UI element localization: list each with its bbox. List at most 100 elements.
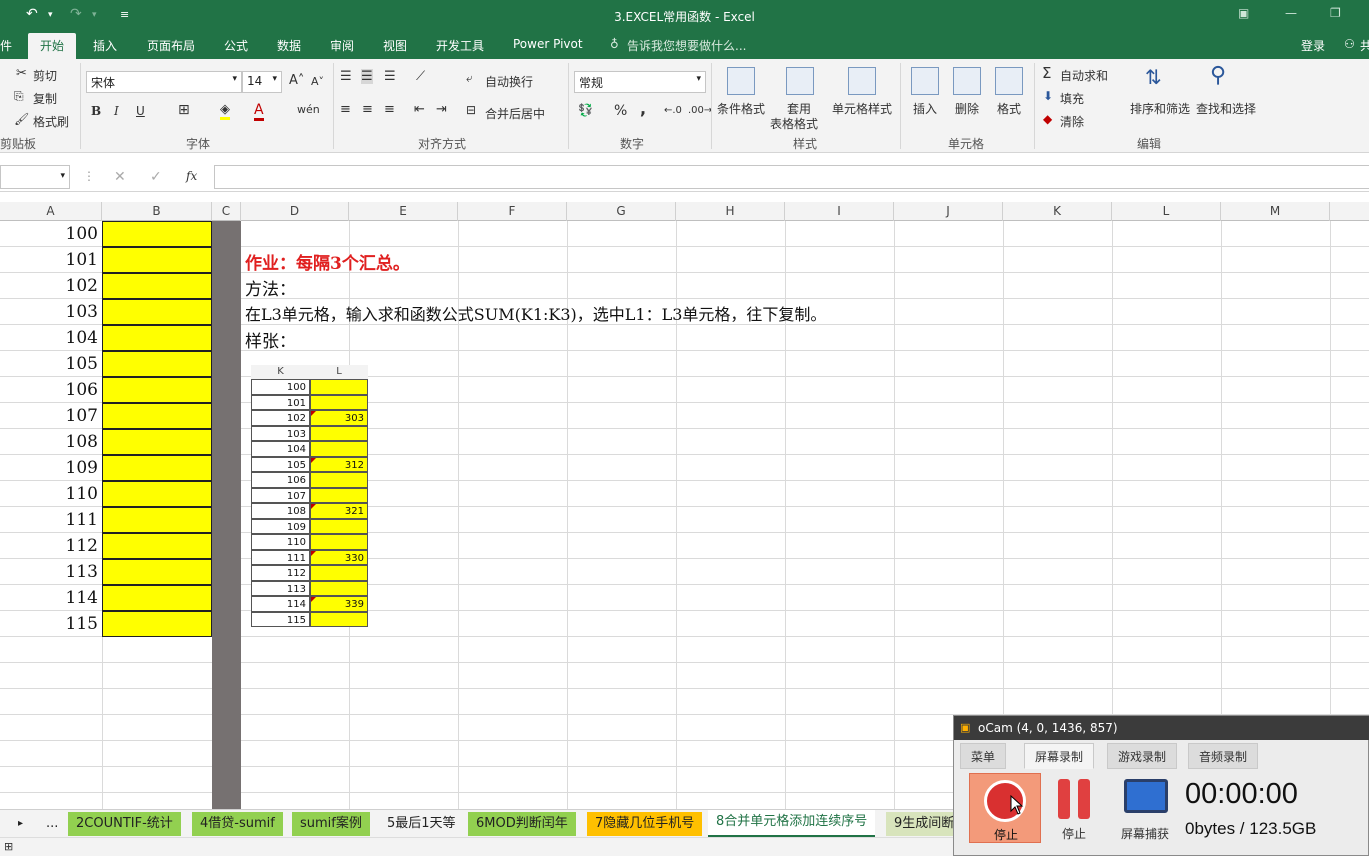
col-header-h[interactable]: H xyxy=(676,202,785,221)
align-left-icon[interactable]: ≡ xyxy=(340,102,351,117)
delete-cells-button[interactable]: 删除 xyxy=(955,100,979,117)
ocam-stop-button[interactable]: 停止 xyxy=(969,773,1041,843)
col-header-e[interactable]: E xyxy=(349,202,458,221)
ocam-capture-label[interactable]: 屏幕捕获 xyxy=(1121,825,1169,842)
autosum-button[interactable]: 自动求和 xyxy=(1060,67,1108,84)
insert-function-button[interactable]: fx xyxy=(186,169,197,183)
cell-a[interactable]: 107 xyxy=(0,403,102,429)
sheet-tab[interactable]: sumif案例 xyxy=(292,812,370,836)
cell-a[interactable]: 102 xyxy=(0,273,102,299)
cell-a[interactable]: 115 xyxy=(0,611,102,637)
pause-icon[interactable] xyxy=(1054,779,1096,825)
format-table-line2[interactable]: 表格格式 xyxy=(770,115,818,132)
align-middle-icon[interactable]: ☰ xyxy=(361,69,373,84)
ribbon-display-icon[interactable]: ▣ xyxy=(1238,6,1249,20)
font-size-select[interactable]: 14 ▾ xyxy=(242,71,282,93)
sheet-tab[interactable]: 4借贷-sumif xyxy=(192,812,283,836)
increase-indent-icon[interactable]: ⇥ xyxy=(436,102,447,117)
cell-b-yellow[interactable] xyxy=(102,559,212,585)
cell-b-yellow[interactable] xyxy=(102,221,212,247)
cell-a[interactable]: 112 xyxy=(0,533,102,559)
cell-b-yellow[interactable] xyxy=(102,299,212,325)
restore-icon[interactable]: ❐ xyxy=(1330,6,1341,20)
ocam-tab-menu[interactable]: 菜单 xyxy=(960,743,1007,769)
tell-me-search[interactable]: 告诉我您想要做什么... xyxy=(627,37,746,54)
fill-button[interactable]: 填充 xyxy=(1060,90,1084,107)
homework-title[interactable]: 作业：每隔3个汇总。 xyxy=(245,249,410,274)
increase-decimal-icon[interactable]: ←.0 xyxy=(664,105,682,116)
cell-a[interactable]: 106 xyxy=(0,377,102,403)
tab-power-pivot[interactable]: Power Pivot xyxy=(513,37,583,51)
font-color-icon[interactable]: A xyxy=(254,102,264,121)
clear-button[interactable]: 清除 xyxy=(1060,113,1084,130)
decrease-indent-icon[interactable]: ⇤ xyxy=(414,102,425,117)
tab-review[interactable]: 审阅 xyxy=(330,37,354,54)
conditional-format-button[interactable]: 条件格式 xyxy=(717,100,765,117)
tab-formulas[interactable]: 公式 xyxy=(224,37,248,54)
cut-button[interactable]: 剪切 xyxy=(33,67,57,84)
tab-insert[interactable]: 插入 xyxy=(93,37,117,54)
format-cells-button[interactable]: 格式 xyxy=(997,100,1021,117)
cell-a[interactable]: 103 xyxy=(0,299,102,325)
align-right-icon[interactable]: ≡ xyxy=(384,102,395,117)
sheet-tab[interactable]: 2COUNTIF-统计 xyxy=(68,812,181,836)
share-button[interactable]: 共 xyxy=(1360,37,1369,54)
font-grow-icon[interactable]: A˄ xyxy=(289,73,304,88)
cell-b-yellow[interactable] xyxy=(102,507,212,533)
cell-a[interactable]: 110 xyxy=(0,481,102,507)
cell-a[interactable]: 104 xyxy=(0,325,102,351)
sort-filter-button[interactable]: 排序和筛选 xyxy=(1130,100,1190,117)
sheet-more-button[interactable]: ... xyxy=(38,812,66,836)
col-header-i[interactable]: I xyxy=(785,202,894,221)
cell-styles-button[interactable]: 单元格样式 xyxy=(832,100,892,117)
col-header-m[interactable]: M xyxy=(1221,202,1330,221)
align-bottom-icon[interactable]: ☰ xyxy=(384,69,396,84)
cell-b-yellow[interactable] xyxy=(102,247,212,273)
borders-icon[interactable]: ⊞ xyxy=(178,102,190,118)
tab-page-layout[interactable]: 页面布局 xyxy=(147,37,195,54)
cell-a[interactable]: 105 xyxy=(0,351,102,377)
cell-b-yellow[interactable] xyxy=(102,403,212,429)
cell-b-yellow[interactable] xyxy=(102,455,212,481)
cell-a[interactable]: 100 xyxy=(0,221,102,247)
find-select-button[interactable]: 查找和选择 xyxy=(1196,100,1256,117)
orientation-icon[interactable]: ⟋ xyxy=(416,69,425,84)
col-header-a[interactable]: A xyxy=(0,202,102,221)
fill-color-icon[interactable]: ◈ xyxy=(220,102,230,120)
ocam-tab-screen-record[interactable]: 屏幕录制 xyxy=(1024,743,1095,769)
bold-button[interactable]: B xyxy=(91,104,101,118)
cell-b-yellow[interactable] xyxy=(102,533,212,559)
font-shrink-icon[interactable]: A˅ xyxy=(311,75,324,88)
cell-b-yellow[interactable] xyxy=(102,429,212,455)
name-box[interactable]: ▾ xyxy=(0,165,70,189)
cell-b-yellow[interactable] xyxy=(102,585,212,611)
enter-icon[interactable]: ✓ xyxy=(150,169,162,185)
monitor-icon[interactable] xyxy=(1124,779,1168,813)
sheet-tab[interactable]: 6MOD判断闰年 xyxy=(468,812,576,836)
format-painter-button[interactable]: 格式刷 xyxy=(33,113,69,130)
sample-label[interactable]: 样张： xyxy=(245,327,296,352)
cell-b-yellow[interactable] xyxy=(102,611,212,637)
cancel-icon[interactable]: ✕ xyxy=(114,169,126,185)
minimize-icon[interactable]: — xyxy=(1285,6,1297,20)
col-header-b[interactable]: B xyxy=(102,202,212,221)
cell-b-yellow[interactable] xyxy=(102,325,212,351)
align-top-icon[interactable]: ☰ xyxy=(340,69,352,84)
copy-button[interactable]: 复制 xyxy=(33,90,57,107)
tab-data[interactable]: 数据 xyxy=(277,37,301,54)
col-header-c[interactable]: C xyxy=(212,202,241,221)
sheet-tab[interactable]: 9生成间断 xyxy=(886,812,963,836)
cell-a[interactable]: 114 xyxy=(0,585,102,611)
share-icon[interactable]: ⚇ xyxy=(1344,37,1355,51)
number-format-select[interactable]: 常规 ▾ xyxy=(574,71,706,93)
login-link[interactable]: 登录 xyxy=(1301,37,1325,54)
font-name-select[interactable]: 宋体 ▾ xyxy=(86,71,242,93)
col-header-l[interactable]: L xyxy=(1112,202,1221,221)
cell-b-yellow[interactable] xyxy=(102,273,212,299)
sheet-tab-active[interactable]: 8合并单元格添加连续序号 xyxy=(708,810,876,837)
tab-view[interactable]: 视图 xyxy=(383,37,407,54)
method-label[interactable]: 方法： xyxy=(245,275,296,300)
cell-a[interactable]: 108 xyxy=(0,429,102,455)
percent-button[interactable]: % xyxy=(614,103,627,119)
decrease-decimal-icon[interactable]: .00→ xyxy=(688,105,712,116)
